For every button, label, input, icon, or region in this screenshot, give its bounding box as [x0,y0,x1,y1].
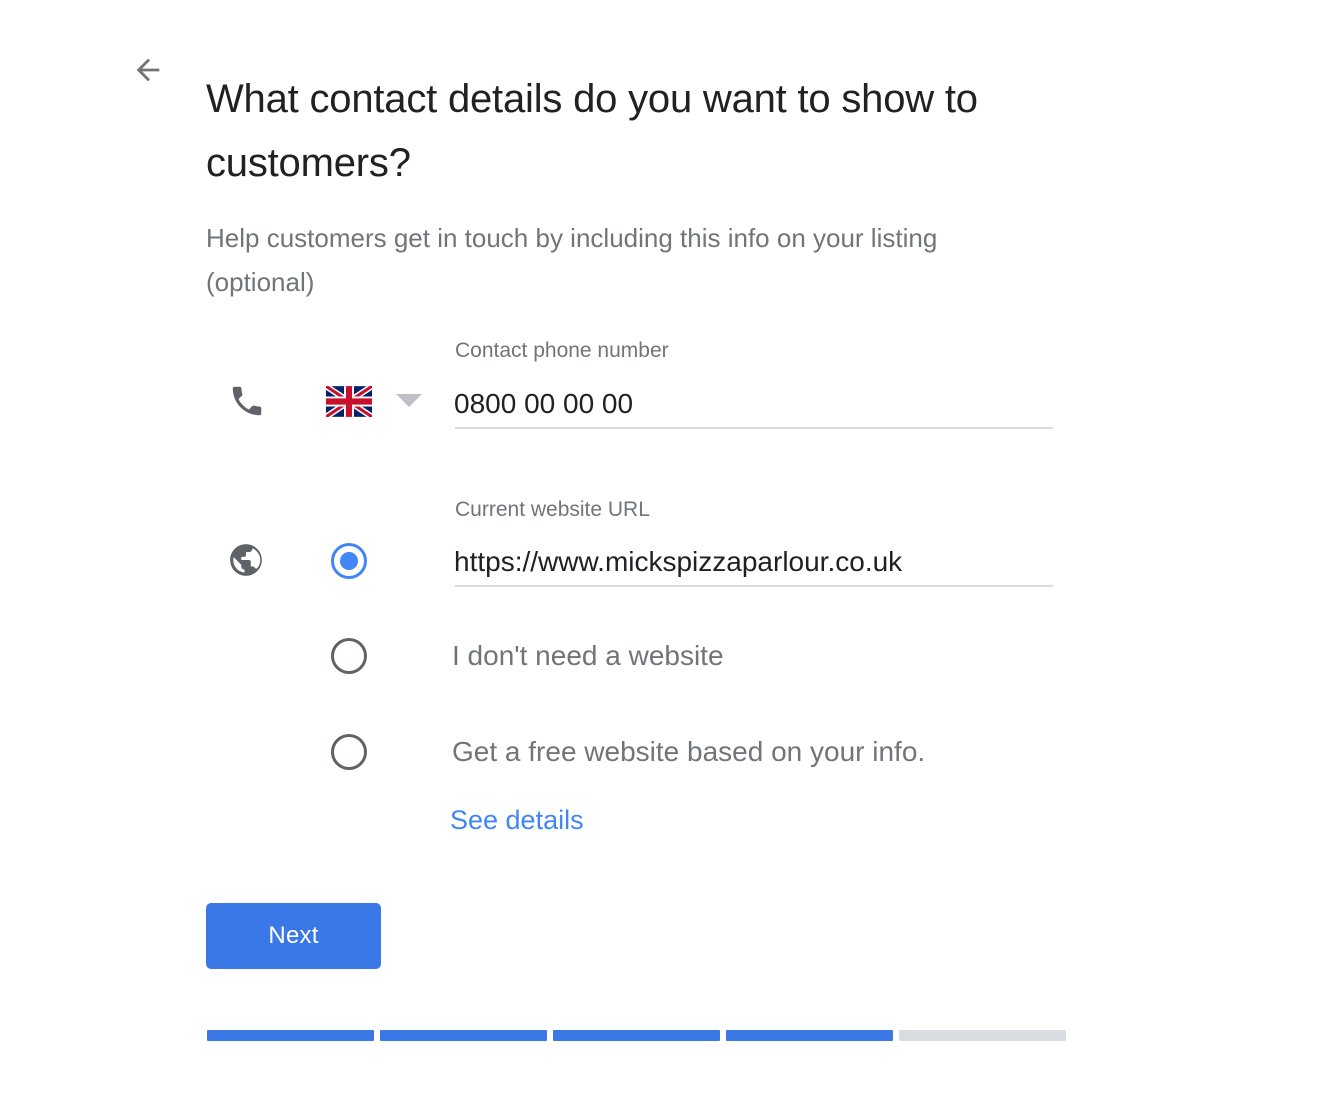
page-subtitle: Help customers get in touch by including… [206,223,938,297]
progress-indicator [207,1030,1066,1041]
radio-current-website[interactable] [331,543,367,579]
progress-segment [380,1030,547,1041]
page-title: What contact details do you want to show… [206,76,978,185]
radio-no-website[interactable] [331,638,367,674]
radio-label-no-website[interactable]: I don't need a website [452,638,724,674]
phone-number-input[interactable] [454,387,1050,421]
progress-segment [899,1030,1066,1041]
progress-segment [726,1030,893,1041]
country-flag-uk-icon[interactable] [326,386,372,417]
progress-segment [207,1030,374,1041]
caret-triangle [396,394,422,407]
progress-segment [553,1030,720,1041]
arrow-left-icon [131,53,165,87]
radio-free-website[interactable] [331,734,367,770]
see-details-link[interactable]: See details [450,803,584,837]
country-dropdown-chevron-down-icon[interactable] [396,394,424,414]
radio-label-free-website[interactable]: Get a free website based on your info. [452,734,925,770]
website-url-input[interactable] [454,545,1050,579]
phone-field-underline [455,427,1053,429]
globe-icon [227,541,265,579]
back-button[interactable] [126,48,170,92]
website-url-field-underline [455,585,1053,587]
next-button[interactable]: Next [206,903,381,969]
website-url-field-label: Current website URL [455,498,650,521]
phone-icon [228,382,266,420]
phone-field-label: Contact phone number [455,339,669,362]
